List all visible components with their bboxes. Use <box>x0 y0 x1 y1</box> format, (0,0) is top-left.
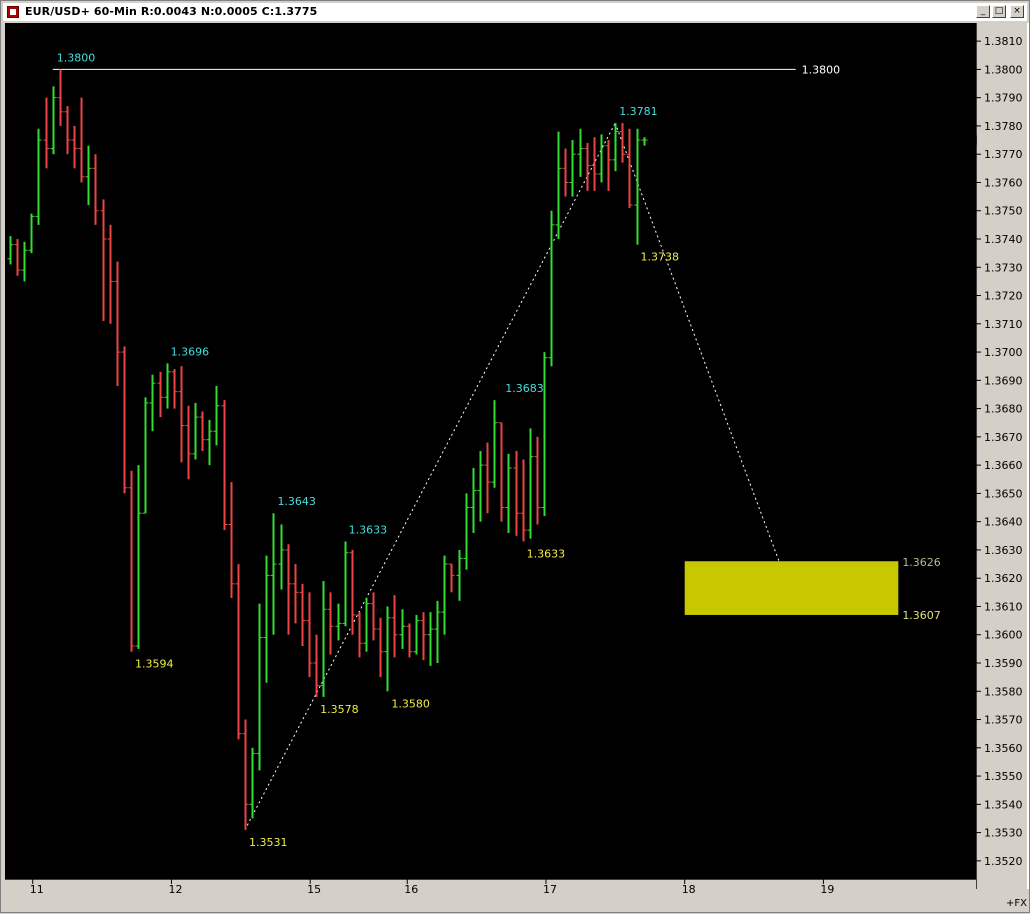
time-tick-label: 19 <box>820 883 834 896</box>
time-tick-label: 12 <box>168 883 182 896</box>
swing-low-label: 1.3738 <box>641 251 680 264</box>
time-tick-label: 15 <box>307 883 321 896</box>
price-tick-label: 1.3700 <box>984 346 1023 359</box>
price-tick-label: 1.3790 <box>984 92 1023 105</box>
axis-edge <box>1027 23 1029 889</box>
swing-high-label: 1.3696 <box>171 345 210 358</box>
time-tick-label: 16 <box>404 883 418 896</box>
price-tick-label: 1.3720 <box>984 290 1023 303</box>
resistance-level-label: 1.3800 <box>802 63 841 76</box>
price-tick-label: 1.3600 <box>984 629 1023 642</box>
price-tick-label: 1.3560 <box>984 742 1023 755</box>
swing-low-label: 1.3531 <box>249 836 288 849</box>
price-tick-label: 1.3650 <box>984 487 1023 500</box>
price-tick-label: 1.3770 <box>984 148 1023 161</box>
swing-low-label: 1.3633 <box>527 547 566 560</box>
price-tick-label: 1.3750 <box>984 205 1023 218</box>
price-tick-label: 1.3590 <box>984 657 1023 670</box>
price-tick-label: 1.3800 <box>984 63 1023 76</box>
axis-footer-label: +FX <box>1006 898 1027 909</box>
price-tick-label: 1.3530 <box>984 827 1023 840</box>
price-tick-label: 1.3580 <box>984 685 1023 698</box>
swing-high-label: 1.3683 <box>505 382 544 395</box>
price-tick-label: 1.3730 <box>984 261 1023 274</box>
swing-low-label: 1.3580 <box>391 697 430 710</box>
swing-low-label: 1.3594 <box>135 658 174 671</box>
bottom-frame <box>3 889 1027 912</box>
price-tick-label: 1.3570 <box>984 714 1023 727</box>
price-tick-label: 1.3740 <box>984 233 1023 246</box>
price-tick-label: 1.3680 <box>984 403 1023 416</box>
price-tick-label: 1.3780 <box>984 120 1023 133</box>
swing-high-label: 1.3633 <box>349 523 388 536</box>
zone-bottom-label: 1.3607 <box>902 609 941 622</box>
plot-area[interactable] <box>5 23 976 879</box>
price-tick-label: 1.3760 <box>984 176 1023 189</box>
price-tick-label: 1.3520 <box>984 855 1023 868</box>
price-chart[interactable]: 1.3520 1.3530 1.3540 1.3550 1.3560 1.3570 1.35… <box>1 1 1030 914</box>
price-tick-label: 1.3810 <box>984 35 1023 48</box>
swing-high-label: 1.3643 <box>277 495 316 508</box>
time-tick-label: 11 <box>30 883 44 896</box>
price-tick-label: 1.3660 <box>984 459 1023 472</box>
time-tick-label: 18 <box>682 883 696 896</box>
target-zone[interactable] <box>684 561 899 615</box>
chart-window: EUR/USD+ 60-Min R:0.0043 N:0.0005 C:1.37… <box>0 0 1030 913</box>
zone-top-label: 1.3626 <box>902 556 941 569</box>
price-tick-label: 1.3670 <box>984 431 1023 444</box>
price-tick-label: 1.3610 <box>984 600 1023 613</box>
price-tick-label: 1.3630 <box>984 544 1023 557</box>
swing-high-label: 1.3781 <box>619 105 658 118</box>
price-tick-label: 1.3550 <box>984 770 1023 783</box>
price-tick-label: 1.3690 <box>984 374 1023 387</box>
price-tick-label: 1.3640 <box>984 516 1023 529</box>
swing-low-label: 1.3578 <box>320 703 359 716</box>
price-tick-label: 1.3620 <box>984 572 1023 585</box>
price-tick-label: 1.3710 <box>984 318 1023 331</box>
time-tick-label: 17 <box>543 883 557 896</box>
price-tick-label: 1.3540 <box>984 798 1023 811</box>
swing-high-label: 1.3800 <box>57 51 96 64</box>
